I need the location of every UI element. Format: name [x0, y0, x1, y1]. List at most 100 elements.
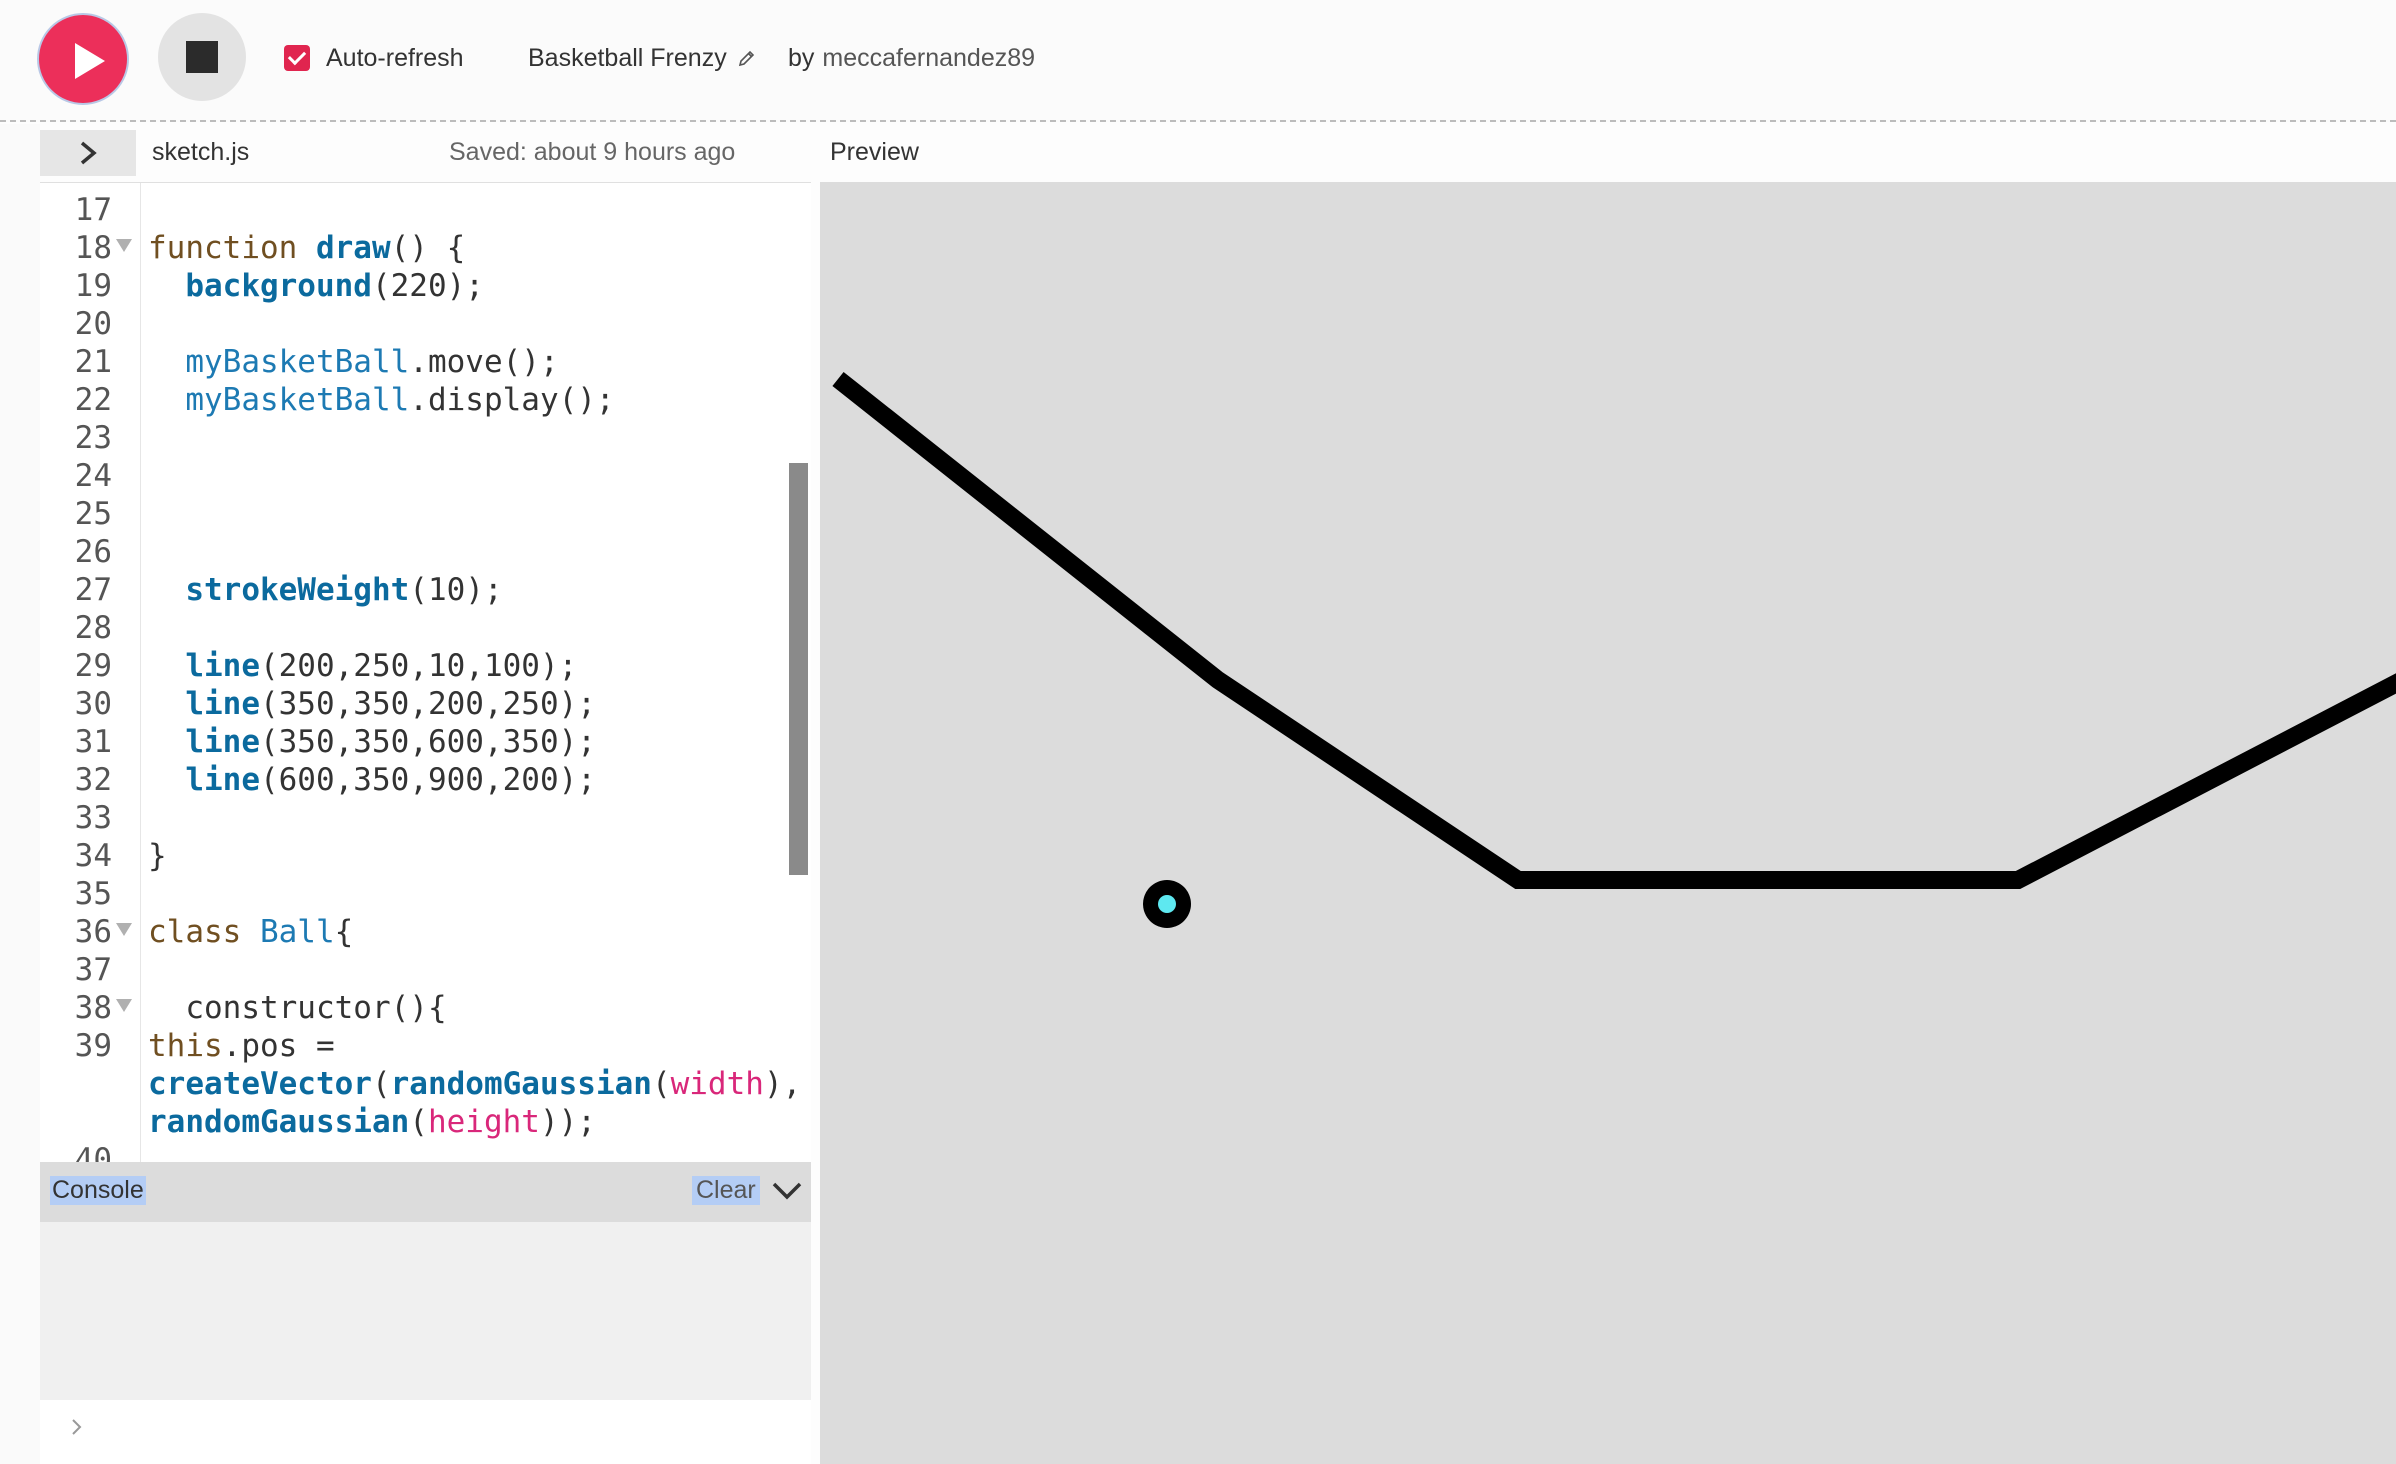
code-line[interactable]: randomGaussian(height));	[40, 1103, 811, 1141]
code-line[interactable]: 30 line(350,350,200,250);	[40, 685, 811, 723]
code-line[interactable]: 37	[40, 951, 811, 989]
auto-refresh-checkbox[interactable]	[284, 45, 310, 71]
console-input[interactable]	[40, 1400, 811, 1464]
line-number: 40	[74, 1142, 112, 1163]
code-line[interactable]: 18 function draw() {	[40, 229, 811, 267]
line-number: 17	[74, 192, 112, 228]
sketch-title-text: Basketball Frenzy	[528, 43, 727, 72]
toolbar: Auto-refresh Basketball Frenzy by meccaf…	[0, 0, 2396, 122]
code-text: class Ball{	[148, 913, 353, 951]
code-token: constructor(){	[148, 990, 447, 1026]
code-line[interactable]: 19 background(220);	[40, 267, 811, 305]
byline: by meccafernandez89	[788, 40, 1035, 76]
code-line[interactable]: 39 this.pos =	[40, 1027, 811, 1065]
console-clear-button[interactable]: Clear	[692, 1176, 760, 1205]
code-line[interactable]: 26	[40, 533, 811, 571]
editor-header: sketch.js Saved: about 9 hours ago	[0, 124, 820, 180]
author-link[interactable]: meccafernandez89	[822, 44, 1035, 73]
code-text: this.pos =	[148, 1027, 335, 1065]
code-text: line(350,350,600,350);	[148, 723, 596, 761]
line-number: 37	[74, 952, 112, 988]
code-token: (350,350,200,250);	[259, 686, 596, 722]
code-token: (350,350,600,350);	[259, 724, 596, 760]
code-line[interactable]: 40	[40, 1141, 811, 1163]
code-text: randomGaussian(height));	[148, 1103, 596, 1141]
code-line[interactable]: 28	[40, 609, 811, 647]
line-number: 33	[74, 800, 112, 836]
code-line[interactable]: 31 line(350,350,600,350);	[40, 723, 811, 761]
code-token: (	[651, 1066, 671, 1102]
line-number: 32	[74, 762, 112, 798]
code-token: }	[148, 838, 167, 874]
line-number: 34	[74, 838, 112, 874]
file-name[interactable]: sketch.js	[152, 138, 249, 167]
code-text: myBasketBall.display();	[148, 381, 614, 419]
fold-arrow-icon[interactable]	[116, 923, 132, 936]
code-token: line	[185, 724, 260, 760]
code-line[interactable]: 21 myBasketBall.move();	[40, 343, 811, 381]
code-line[interactable]: 24	[40, 457, 811, 495]
pencil-icon[interactable]	[737, 48, 757, 68]
code-line[interactable]: 27 strokeWeight(10);	[40, 571, 811, 609]
line-number: 23	[74, 420, 112, 456]
code-line[interactable]: createVector(randomGaussian(width),	[40, 1065, 811, 1103]
chevron-down-icon[interactable]	[770, 1176, 804, 1206]
preview-canvas[interactable]	[820, 182, 2396, 1464]
code-token: ),	[763, 1066, 802, 1102]
code-text: constructor(){	[148, 989, 447, 1027]
line-number: 28	[74, 610, 112, 646]
saved-status: Saved: about 9 hours ago	[449, 138, 736, 166]
code-line[interactable]: 35	[40, 875, 811, 913]
code-line[interactable]: 32 line(600,350,900,200);	[40, 761, 811, 799]
code-editor[interactable]: 17 18 function draw() {19 background(220);…	[40, 182, 811, 1163]
fold-arrow-icon[interactable]	[116, 999, 132, 1012]
code-token: Ball	[259, 914, 335, 950]
code-token: (200,250,10,100);	[259, 648, 578, 684]
code-line[interactable]: 34}	[40, 837, 811, 875]
line-number: 29	[74, 648, 112, 684]
code-text: strokeWeight(10);	[148, 571, 502, 609]
court-lines	[832, 371, 2396, 889]
code-token: createVector	[148, 1066, 372, 1102]
fold-arrow-icon[interactable]	[116, 239, 132, 252]
sketch-title[interactable]: Basketball Frenzy	[528, 40, 757, 76]
sidebar-toggle-button[interactable]	[40, 130, 136, 176]
code-token: width	[670, 1066, 764, 1102]
code-token: randomGaussian	[390, 1066, 652, 1102]
code-token: (600,350,900,200);	[259, 762, 596, 798]
code-line[interactable]: 23	[40, 419, 811, 457]
line-number: 27	[74, 572, 112, 608]
play-button[interactable]	[37, 13, 129, 105]
code-line[interactable]: 38 constructor(){	[40, 989, 811, 1027]
code-line[interactable]: 20	[40, 305, 811, 343]
sketch-canvas-drawing	[832, 371, 2396, 928]
line-number: 22	[74, 382, 112, 418]
code-line[interactable]: 33	[40, 799, 811, 837]
code-token: line	[185, 762, 260, 798]
auto-refresh-toggle[interactable]: Auto-refresh	[284, 40, 464, 76]
line-number: 20	[74, 306, 112, 342]
line-number: 25	[74, 496, 112, 532]
code-text: line(600,350,900,200);	[148, 761, 596, 799]
code-line[interactable]: 22 myBasketBall.display();	[40, 381, 811, 419]
line-number: 39	[74, 1028, 112, 1064]
by-label: by	[788, 43, 815, 72]
code-line[interactable]: 17	[40, 191, 811, 229]
code-line[interactable]: 25	[40, 495, 811, 533]
console-header: Console Clear	[40, 1162, 811, 1222]
code-token: (	[371, 1066, 391, 1102]
code-line[interactable]: 36 class Ball{	[40, 913, 811, 951]
code-token: ));	[539, 1104, 596, 1140]
code-text: myBasketBall.move();	[148, 343, 558, 381]
console-label: Console	[50, 1176, 146, 1205]
editor-scrollbar[interactable]	[789, 463, 808, 875]
line-number: 38	[74, 990, 112, 1026]
code-line[interactable]: 29 line(200,250,10,100);	[40, 647, 811, 685]
code-token: (220);	[371, 268, 484, 304]
stop-button[interactable]	[158, 13, 246, 101]
code-token: randomGaussian	[148, 1104, 410, 1140]
line-number: 35	[74, 876, 112, 912]
